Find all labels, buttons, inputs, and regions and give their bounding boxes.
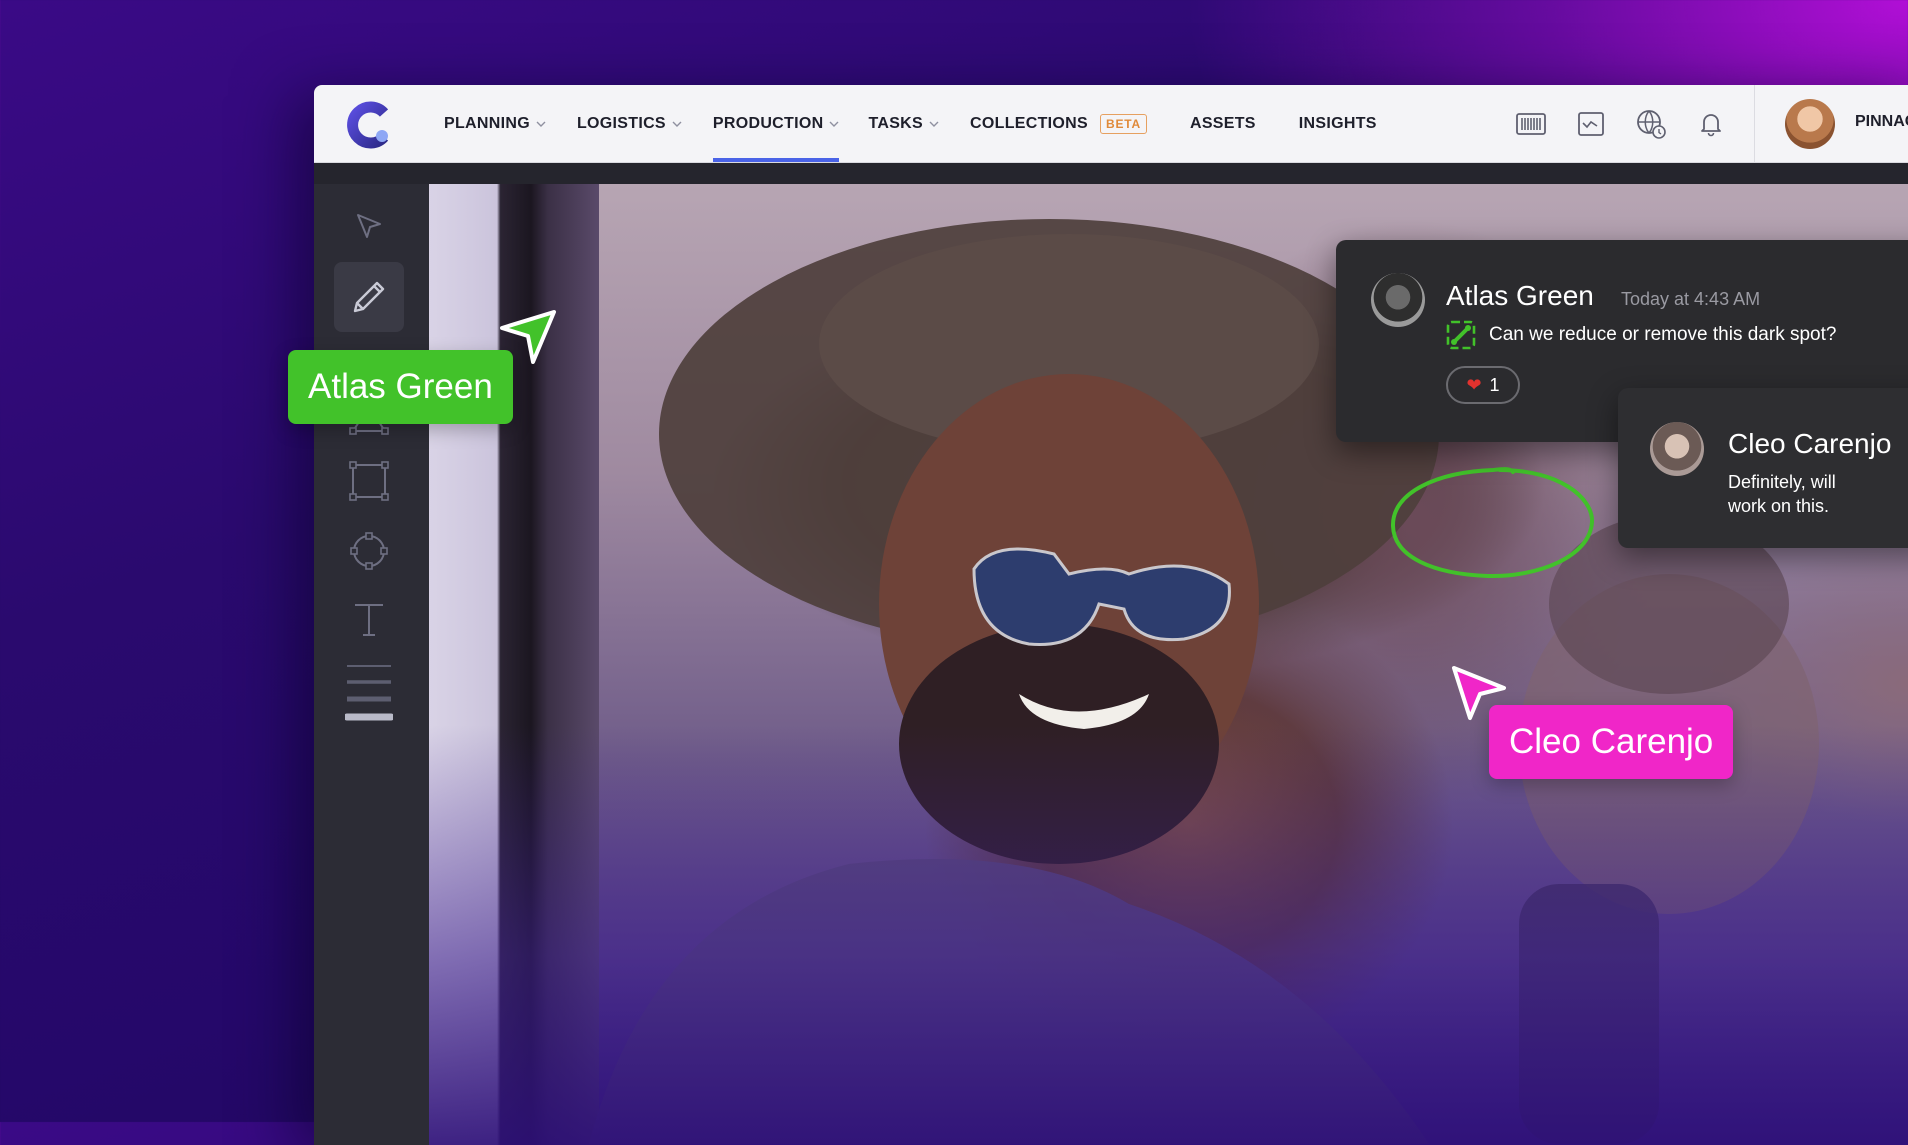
nav-planning-label: PLANNING [444, 114, 530, 132]
nav-planning[interactable]: PLANNING [444, 85, 546, 162]
nav-assets[interactable]: ASSETS [1190, 85, 1256, 162]
reply-author: Cleo Carenjo [1728, 428, 1892, 459]
toolbar-divider [1754, 85, 1755, 162]
select-tool[interactable] [334, 191, 404, 261]
stroke-width-tool[interactable] [334, 654, 404, 724]
nav-insights-label: INSIGHTS [1298, 114, 1377, 132]
comment-timestamp: Today at 4:43 AM [1621, 289, 1761, 309]
tool-rail [314, 184, 429, 1145]
nav-assets-label: ASSETS [1189, 114, 1256, 132]
nav-collections[interactable]: COLLECTIONS BETA [970, 85, 1147, 162]
app-logo[interactable] [344, 99, 396, 151]
stroke-width-icon [345, 665, 393, 721]
nav-collections-label: COLLECTIONS [970, 114, 1088, 132]
main-nav: PLANNING LOGISTICS PRODUCTION TASKS COLL… [444, 85, 1377, 162]
green-ellipse-annotation[interactable] [1388, 462, 1598, 582]
nav-tasks[interactable]: TASKS [868, 85, 939, 162]
beta-badge: BETA [1099, 113, 1147, 134]
ellipse-tool[interactable] [334, 516, 404, 586]
chevron-down-icon [536, 121, 546, 127]
annotation-link-icon[interactable] [1446, 320, 1476, 350]
top-navigation-bar: PLANNING LOGISTICS PRODUCTION TASKS COLL… [314, 85, 1908, 163]
nav-logistics[interactable]: LOGISTICS [577, 85, 682, 162]
collaborator-label-pink: Cleo Carenjo [1489, 705, 1734, 779]
nav-production-label: PRODUCTION [712, 114, 824, 132]
bell-icon[interactable] [1694, 107, 1728, 141]
chart-window-icon[interactable] [1574, 107, 1608, 141]
rectangle-tool[interactable] [334, 446, 404, 516]
rectangle-icon [349, 461, 389, 501]
circle-node-icon [350, 532, 388, 570]
nav-production[interactable]: PRODUCTION [712, 85, 840, 162]
avatar [1650, 422, 1704, 476]
nav-tasks-label: TASKS [868, 114, 924, 132]
nav-insights[interactable]: INSIGHTS [1299, 85, 1377, 162]
avatar [1371, 273, 1425, 327]
barcode-icon[interactable] [1514, 107, 1548, 141]
collaborator-name: Atlas Green [308, 367, 493, 406]
collaborator-label-green: Atlas Green [288, 350, 513, 424]
user-name[interactable]: PINNAC [1855, 113, 1908, 131]
collaborator-name: Cleo Carenjo [1509, 722, 1714, 761]
heart-icon: ❤ [1466, 374, 1482, 395]
chevron-down-icon [829, 121, 839, 127]
chevron-down-icon [929, 121, 939, 127]
reaction-count: 1 [1489, 374, 1500, 395]
globe-clock-icon[interactable] [1634, 107, 1668, 141]
comment-author: Atlas Green [1446, 280, 1594, 311]
pencil-tool[interactable] [334, 262, 404, 332]
reply-text: Definitely, will work on this. [1728, 472, 1836, 516]
text-tool[interactable] [334, 584, 404, 654]
text-icon [355, 604, 383, 636]
pencil-icon [353, 281, 385, 313]
reaction-chip[interactable]: ❤ 1 [1446, 366, 1520, 404]
user-avatar[interactable] [1785, 99, 1835, 149]
comment-text: Can we reduce or remove this dark spot? [1489, 324, 1837, 345]
select-arrow-icon [357, 214, 381, 238]
sub-toolbar [314, 163, 1908, 184]
nav-logistics-label: LOGISTICS [576, 114, 666, 132]
reply-card[interactable]: Cleo Carenjo Definitely, will work on th… [1618, 388, 1908, 548]
canvas-fade-overlay [429, 725, 1908, 1145]
chevron-down-icon [672, 121, 682, 127]
